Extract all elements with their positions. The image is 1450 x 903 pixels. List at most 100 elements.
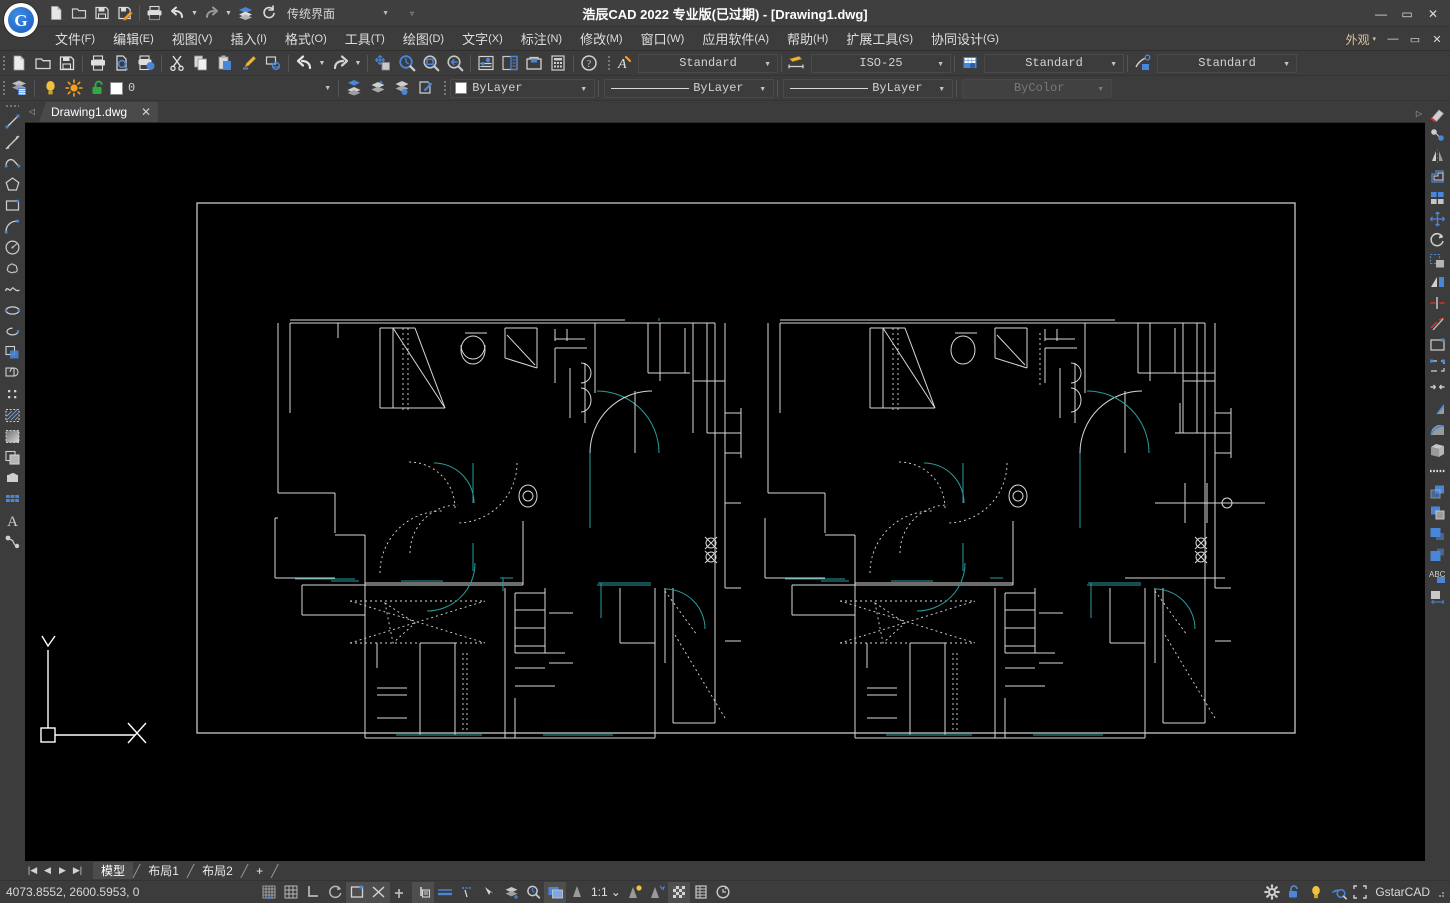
gradient-icon[interactable] [1, 426, 24, 447]
chamfer-icon[interactable] [1426, 397, 1449, 418]
ui-profile-combo[interactable]: 传统界面 ▼ [284, 3, 394, 23]
text-style-icon[interactable]: A [612, 52, 636, 75]
divide-icon[interactable] [1426, 460, 1449, 481]
table-style-icon[interactable] [958, 52, 982, 75]
menu-item-window[interactable]: 窗口 (W) [632, 27, 694, 51]
table-icon[interactable] [1, 468, 24, 489]
menu-item-collaborative-design[interactable]: 协同设计 (G) [922, 27, 1008, 51]
erase-icon[interactable] [1426, 103, 1449, 124]
linetype-control-combo[interactable]: ByLayer ▼ [604, 78, 775, 98]
coordinates-display[interactable]: 4073.8552, 2600.5953, 0 [6, 885, 139, 899]
print-icon[interactable] [86, 52, 110, 75]
trim-icon[interactable] [1426, 292, 1449, 313]
dim-style-combo[interactable]: ISO-25 ▼ [811, 53, 951, 73]
break-icon[interactable] [1426, 355, 1449, 376]
appearance-caret-icon[interactable]: ▾ [1372, 35, 1376, 43]
arc-icon[interactable] [1, 216, 24, 237]
polar-tracking-icon[interactable] [324, 882, 346, 903]
layer-properties-icon[interactable] [7, 77, 31, 100]
rotate-icon[interactable] [1426, 229, 1449, 250]
zoom-window-icon[interactable] [419, 52, 443, 75]
object-snap-icon[interactable] [346, 881, 368, 903]
paste-icon[interactable] [213, 52, 237, 75]
pan-icon[interactable] [371, 52, 395, 75]
print-icon[interactable] [143, 2, 166, 25]
menu-item-tools[interactable]: 工具 (T) [336, 27, 394, 51]
array-icon[interactable] [1426, 187, 1449, 208]
menu-item-insert[interactable]: 插入 (I) [221, 27, 275, 51]
new-file-icon[interactable] [7, 52, 31, 75]
doc-minimize-button[interactable]: — [1382, 28, 1404, 50]
publish-icon[interactable] [134, 52, 158, 75]
doc-restore-button[interactable]: ▭ [1404, 28, 1426, 50]
clean-screen-icon[interactable] [712, 882, 734, 903]
layout-last-button[interactable]: ▶| [70, 862, 85, 879]
print-preview-icon[interactable] [110, 52, 134, 75]
drawing-canvas[interactable] [25, 122, 1425, 861]
annotation-scale-person-icon[interactable] [566, 882, 588, 903]
multiline-text-icon[interactable]: A [1, 510, 24, 531]
save-icon[interactable] [90, 2, 113, 25]
doc-tab-left-arrow[interactable]: ◁ [25, 101, 39, 122]
calculator-icon[interactable] [546, 52, 570, 75]
construction-line-icon[interactable] [1, 132, 24, 153]
menu-item-draw[interactable]: 绘图 (D) [394, 27, 453, 51]
redo-icon[interactable] [328, 52, 352, 75]
layer-color-swatch[interactable] [110, 81, 123, 95]
circle-icon[interactable] [1, 237, 24, 258]
help-icon[interactable]: ? [577, 52, 601, 75]
maximize-button[interactable]: ▭ [1394, 1, 1420, 27]
lock-toolbars-icon[interactable] [1283, 882, 1305, 903]
lineweight-control-combo[interactable]: ByLayer ▼ [783, 78, 954, 98]
point-icon[interactable] [1, 384, 24, 405]
previous-layer-icon[interactable] [366, 77, 390, 100]
layer-match-icon[interactable] [414, 77, 438, 100]
save-as-icon[interactable] [113, 2, 136, 25]
toolbar-grip-4[interactable] [441, 78, 448, 98]
doc-close-button[interactable]: ✕ [1426, 28, 1448, 50]
osnap-tracking-icon[interactable] [368, 881, 390, 903]
layout-next-button[interactable]: ▶ [55, 862, 70, 879]
transparency-icon[interactable] [456, 882, 478, 903]
revision-cloud-icon[interactable] [1, 258, 24, 279]
dynamic-ucs-icon[interactable] [390, 882, 412, 903]
quick-properties-icon[interactable] [522, 882, 544, 903]
copy-icon[interactable] [189, 52, 213, 75]
toolbar-grip[interactable] [0, 53, 7, 73]
grid-display-icon[interactable] [280, 882, 302, 903]
properties-icon[interactable] [474, 52, 498, 75]
mirror-icon[interactable] [1426, 145, 1449, 166]
settings-gear-icon[interactable] [1261, 882, 1283, 903]
close-icon[interactable]: ✕ [141, 105, 151, 119]
undo-icon[interactable] [166, 2, 189, 25]
annotation-layer-icon[interactable] [500, 882, 522, 903]
table-style-combo[interactable]: Standard ▼ [984, 53, 1124, 73]
minimize-button[interactable]: — [1368, 1, 1394, 27]
layer-iso-icon[interactable] [390, 77, 414, 100]
dim-style-icon[interactable] [785, 52, 809, 75]
menu-item-applications[interactable]: 应用软件 (A) [693, 27, 778, 51]
annotation-scale-add-icon[interactable] [624, 882, 646, 903]
explode-icon[interactable] [1426, 439, 1449, 460]
extend-icon[interactable] [1426, 313, 1449, 334]
menu-item-dimension[interactable]: 标注 (N) [512, 27, 571, 51]
text-style-combo[interactable]: Standard ▼ [638, 53, 778, 73]
match-properties-icon[interactable] [237, 52, 261, 75]
zoom-previous-icon[interactable] [443, 52, 467, 75]
undo-icon[interactable] [292, 52, 316, 75]
menu-item-view[interactable]: 视图 (V) [163, 27, 222, 51]
document-tab-drawing1[interactable]: Drawing1.dwg ✕ [39, 102, 159, 122]
color-control-combo[interactable]: ByLayer ▼ [450, 78, 596, 98]
redo-dropdown-caret-icon[interactable]: ▼ [352, 52, 364, 75]
offset-icon[interactable] [1426, 166, 1449, 187]
open-folder-icon[interactable] [31, 52, 55, 75]
close-button[interactable]: ✕ [1420, 1, 1446, 27]
toolpalette-icon[interactable] [522, 52, 546, 75]
annotation-scale-sync-icon[interactable] [646, 882, 668, 903]
model-space-icon[interactable] [544, 881, 566, 903]
appearance-menu[interactable]: 外观 [1342, 31, 1372, 48]
open-folder-icon[interactable] [67, 2, 90, 25]
unlock-icon[interactable] [86, 77, 110, 100]
break-at-point-icon[interactable] [1426, 334, 1449, 355]
line-icon[interactable] [1, 111, 24, 132]
